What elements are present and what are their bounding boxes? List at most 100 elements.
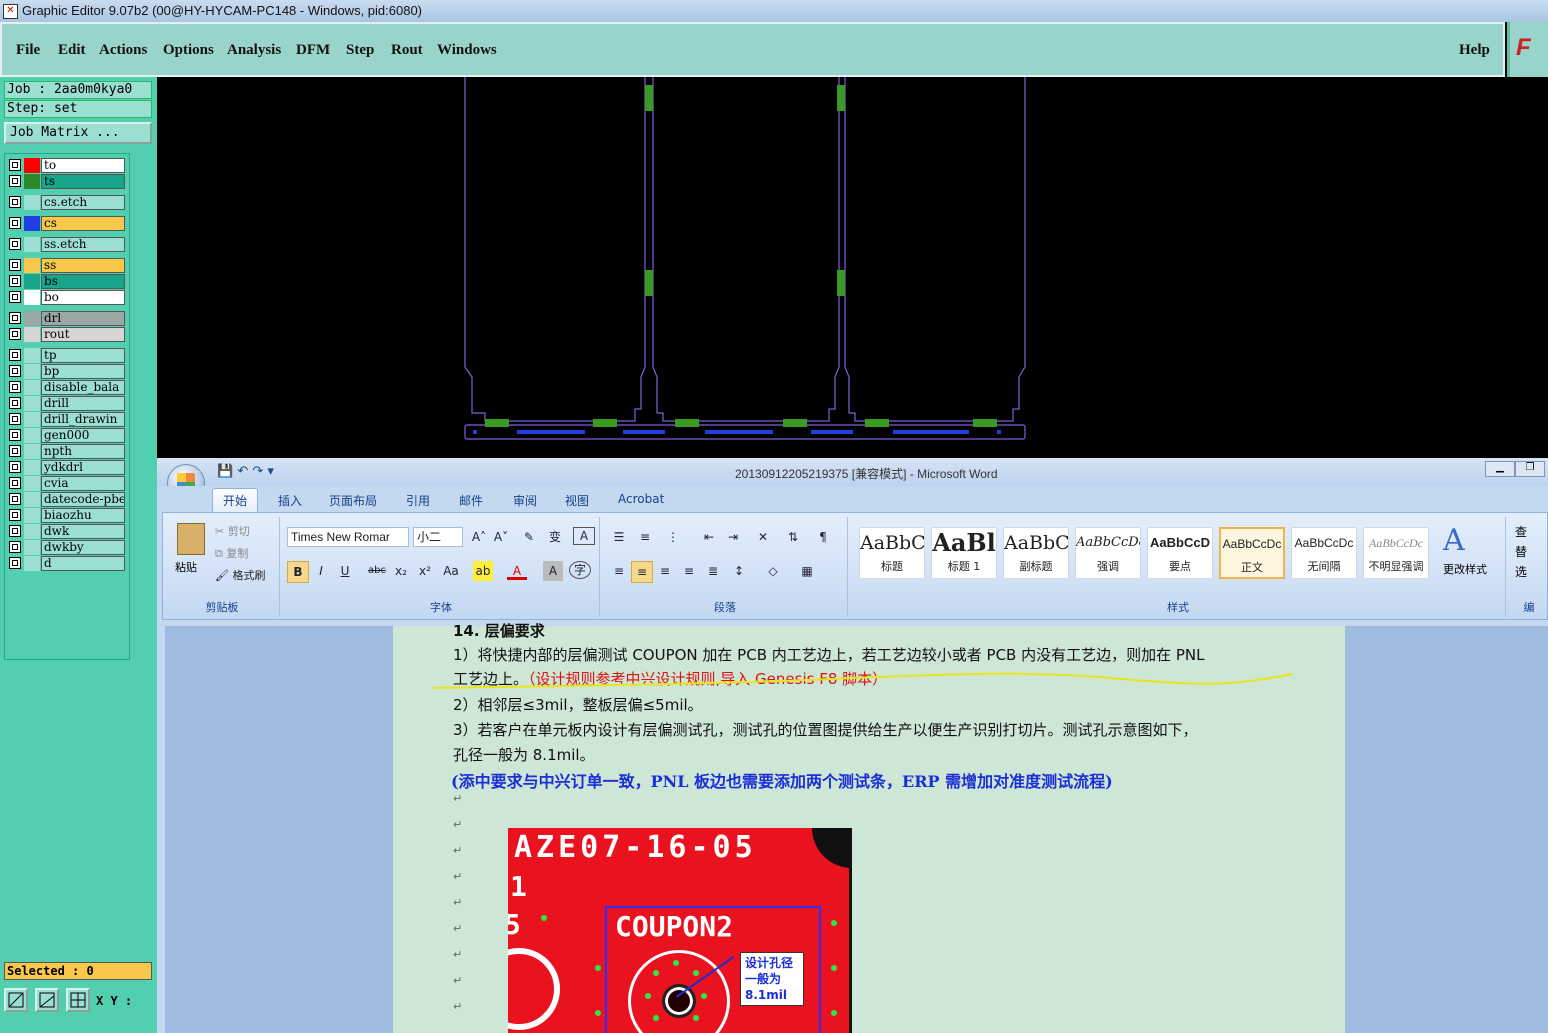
- multilevel-list-icon[interactable]: ⋮: [663, 527, 683, 547]
- tab-view[interactable]: 视图: [565, 492, 589, 509]
- phonetic-guide-icon[interactable]: 变: [545, 527, 565, 547]
- layer-checkbox[interactable]: [9, 557, 21, 569]
- menu-step[interactable]: Step: [346, 42, 374, 59]
- layer-row-to[interactable]: to: [7, 158, 125, 173]
- layer-row-cs[interactable]: cs: [7, 216, 125, 231]
- layer-checkbox[interactable]: [9, 509, 21, 521]
- layer-row-cvia[interactable]: cvia: [7, 476, 125, 491]
- shrink-font-icon[interactable]: A˅: [491, 527, 511, 547]
- cut-button[interactable]: ✂ 剪切: [215, 523, 250, 539]
- layer-row-ydkdrl[interactable]: ydkdrl: [7, 460, 125, 475]
- layer-row-drill-drawin[interactable]: drill_drawin: [7, 412, 125, 427]
- copy-button[interactable]: ⧉ 复制: [215, 545, 248, 561]
- style-4[interactable]: AaBbCcDc 强调: [1075, 527, 1141, 579]
- layer-row-dwkby[interactable]: dwkby: [7, 540, 125, 555]
- enclose-characters-icon[interactable]: 字: [569, 561, 591, 579]
- layer-checkbox[interactable]: [9, 525, 21, 537]
- borders-icon[interactable]: ▦: [797, 561, 817, 581]
- layer-checkbox[interactable]: [9, 312, 21, 324]
- tab-review[interactable]: 审阅: [513, 492, 537, 509]
- zoom-tool-button[interactable]: [4, 988, 28, 1012]
- layer-checkbox[interactable]: [9, 217, 21, 229]
- layer-checkbox[interactable]: [9, 397, 21, 409]
- increase-indent-icon[interactable]: ⇥: [723, 527, 743, 547]
- paste-button[interactable]: 粘贴: [175, 559, 197, 575]
- tab-page-layout[interactable]: 页面布局: [329, 492, 377, 509]
- clear-format-icon[interactable]: ✎: [519, 527, 539, 547]
- style-6[interactable]: AaBbCcDc 正文: [1219, 527, 1285, 579]
- layer-row-dwk[interactable]: dwk: [7, 524, 125, 539]
- quick-access-toolbar[interactable]: 💾 ↶ ↷ ▾: [217, 464, 274, 479]
- menu-actions[interactable]: Actions: [99, 42, 147, 59]
- document-page[interactable]: 14. 层偏要求 1）将快捷内部的层偏测试 COUPON 加在 PCB 内工艺边…: [393, 622, 1345, 1033]
- layer-row-tp[interactable]: tp: [7, 348, 125, 363]
- style-5[interactable]: AaBbCcD 要点: [1147, 527, 1213, 579]
- replace-button[interactable]: 替: [1515, 543, 1527, 560]
- layer-row-datecode-pbe[interactable]: datecode-pbe: [7, 492, 125, 507]
- layer-row-bp[interactable]: bp: [7, 364, 125, 379]
- justify-icon[interactable]: ≡: [679, 561, 699, 581]
- layer-row-gen000[interactable]: gen000: [7, 428, 125, 443]
- show-marks-icon[interactable]: ¶: [813, 527, 833, 547]
- line-spacing-icon[interactable]: ↕: [729, 561, 749, 581]
- layer-checkbox[interactable]: [9, 159, 21, 171]
- layer-checkbox[interactable]: [9, 413, 21, 425]
- layer-checkbox[interactable]: [9, 445, 21, 457]
- font-color-icon[interactable]: A: [507, 561, 527, 580]
- underline-icon[interactable]: U: [335, 561, 355, 581]
- layer-row-ts[interactable]: ts: [7, 174, 125, 189]
- layer-checkbox[interactable]: [9, 328, 21, 340]
- layer-checkbox[interactable]: [9, 349, 21, 361]
- tab-acrobat[interactable]: Acrobat: [618, 492, 664, 506]
- bold-icon[interactable]: B: [287, 561, 309, 583]
- layer-checkbox[interactable]: [9, 541, 21, 553]
- menu-rout[interactable]: Rout: [391, 42, 423, 59]
- measure-tool-button[interactable]: [35, 988, 59, 1012]
- style-8[interactable]: AaBbCcDc 不明显强调: [1363, 527, 1429, 579]
- character-border-icon[interactable]: A: [573, 527, 595, 545]
- style-2[interactable]: AaBl 标题 1: [931, 527, 997, 579]
- grid-tool-button[interactable]: [66, 988, 90, 1012]
- layer-checkbox[interactable]: [9, 493, 21, 505]
- layer-row-ss-etch[interactable]: ss.etch: [7, 237, 125, 252]
- menu-edit[interactable]: Edit: [58, 42, 86, 59]
- menu-help[interactable]: Help: [1459, 42, 1490, 59]
- tab-references[interactable]: 引用: [406, 492, 430, 509]
- layer-row-disable-bala[interactable]: disable_bala: [7, 380, 125, 395]
- subscript-icon[interactable]: x₂: [391, 561, 411, 581]
- strikethrough-icon[interactable]: abc: [367, 561, 387, 581]
- layer-checkbox[interactable]: [9, 429, 21, 441]
- layer-row-biaozhu[interactable]: biaozhu: [7, 508, 125, 523]
- layer-row-bs[interactable]: bs: [7, 274, 125, 289]
- layer-row-ss[interactable]: ss: [7, 258, 125, 273]
- font-name-combo[interactable]: Times New Romar: [287, 527, 409, 547]
- style-1[interactable]: AaBbC 标题: [859, 527, 925, 579]
- layer-row-drill[interactable]: drill: [7, 396, 125, 411]
- style-3[interactable]: AaBbC 副标题: [1003, 527, 1069, 579]
- layer-checkbox[interactable]: [9, 461, 21, 473]
- select-button[interactable]: 选: [1515, 563, 1527, 580]
- align-right-icon[interactable]: ≡: [655, 561, 675, 581]
- bullets-icon[interactable]: ☰: [609, 527, 629, 547]
- align-center-icon[interactable]: ≡: [631, 561, 653, 583]
- tab-insert[interactable]: 插入: [278, 492, 302, 509]
- style-7[interactable]: AaBbCcDc 无间隔: [1291, 527, 1357, 579]
- shading-icon[interactable]: ◇: [763, 561, 783, 581]
- layer-checkbox[interactable]: [9, 291, 21, 303]
- superscript-icon[interactable]: x²: [415, 561, 435, 581]
- menu-windows[interactable]: Windows: [437, 42, 497, 59]
- layer-row-cs-etch[interactable]: cs.etch: [7, 195, 125, 210]
- layer-row-bo[interactable]: bo: [7, 290, 125, 305]
- tab-home[interactable]: 开始: [212, 488, 259, 512]
- layer-row-npth[interactable]: npth: [7, 444, 125, 459]
- menu-analysis[interactable]: Analysis: [227, 42, 281, 59]
- tab-mailings[interactable]: 邮件: [459, 492, 483, 509]
- restore-button[interactable]: ❐: [1515, 461, 1545, 477]
- character-shading-icon[interactable]: A: [543, 561, 563, 581]
- minimize-button[interactable]: ▁: [1485, 461, 1515, 477]
- layer-checkbox[interactable]: [9, 275, 21, 287]
- job-matrix-button[interactable]: Job Matrix ...: [4, 122, 152, 144]
- layer-checkbox[interactable]: [9, 259, 21, 271]
- menu-dfm[interactable]: DFM: [296, 42, 330, 59]
- decrease-indent-icon[interactable]: ⇤: [699, 527, 719, 547]
